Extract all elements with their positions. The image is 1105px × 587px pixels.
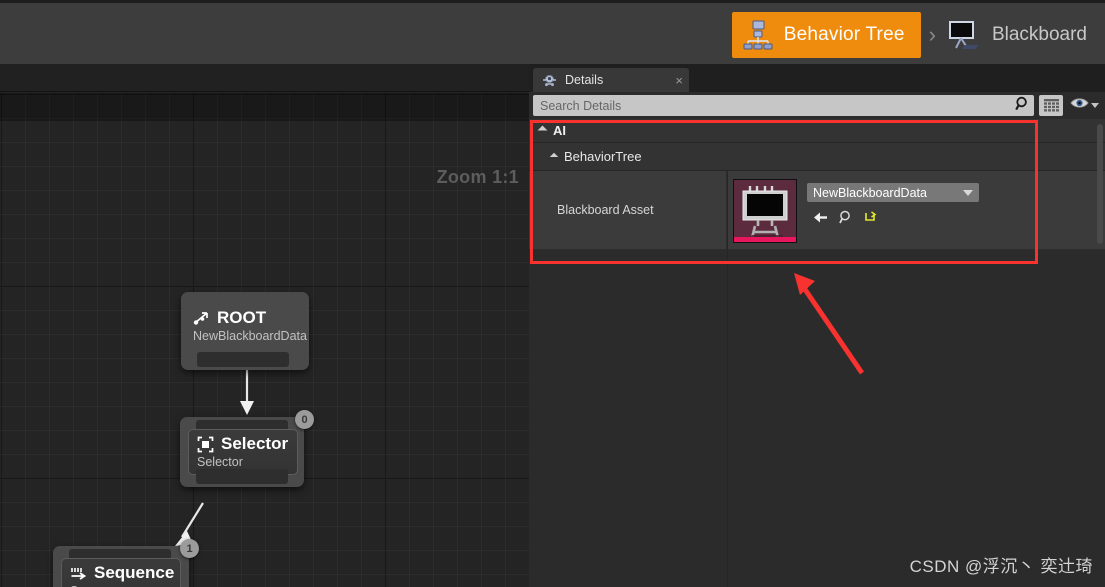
annotation-arrow	[794, 273, 865, 375]
node-title: Selector	[221, 434, 289, 453]
chevron-down-icon[interactable]	[963, 189, 973, 196]
category-row-behaviortree[interactable]: BehaviorTree	[529, 143, 1105, 171]
node-title: Sequence	[94, 563, 175, 582]
tab-details[interactable]: Details ×	[533, 68, 689, 92]
grid-view-icon[interactable]	[1039, 95, 1063, 116]
asset-type-color-bar	[734, 237, 796, 242]
expand-triangle-icon[interactable]	[537, 125, 548, 136]
graph-node-selector[interactable]: Selector Selector 0	[180, 410, 314, 487]
breadcrumb: Behavior Tree › Blackboard	[731, 11, 1097, 59]
breadcrumb-behavior-tree-label: Behavior Tree	[783, 24, 905, 45]
category-row-ai[interactable]: AI	[529, 119, 1105, 143]
node-subtitle: NewBlackboardData	[193, 329, 307, 343]
close-icon[interactable]: ×	[653, 74, 683, 87]
watermark-text: CSDN @浮沉丶 奕辻琦	[909, 557, 1093, 576]
node-body[interactable]: Selector Selector 0	[180, 410, 314, 487]
chevron-down-icon[interactable]	[1091, 103, 1099, 108]
breadcrumb-blackboard-label: Blackboard	[991, 24, 1087, 45]
property-label-cell: Blackboard Asset	[529, 171, 727, 249]
node-title-row: Sequence	[70, 563, 174, 583]
sequence-icon	[70, 565, 87, 582]
details-column-splitter-lower[interactable]	[727, 251, 728, 587]
property-value-cell: NewBlackboardData	[727, 171, 1105, 249]
node-output-pin[interactable]	[197, 352, 289, 367]
zoom-level-label: Zoom 1:1	[436, 167, 519, 187]
top-toolbar: Behavior Tree › Blackboard	[0, 0, 1105, 64]
graph-top-shade	[0, 93, 529, 121]
reset-to-default-icon[interactable]	[864, 210, 877, 229]
browse-to-asset-icon[interactable]	[839, 210, 853, 229]
node-title-row: Selector	[197, 434, 288, 454]
blackboard-asset-combobox[interactable]: NewBlackboardData	[807, 183, 979, 202]
behavior-tree-icon	[742, 19, 774, 51]
node-title-row: ROOT	[193, 308, 287, 328]
node-execution-index-badge: 1	[180, 539, 199, 558]
breadcrumb-separator: ›	[928, 22, 936, 47]
search-placeholder: Search Details	[540, 98, 622, 113]
blackboard-asset-value: NewBlackboardData	[813, 185, 927, 200]
breadcrumb-behavior-tree[interactable]: Behavior Tree	[731, 12, 921, 58]
details-tabstrip: Details ×	[529, 64, 1105, 92]
selector-icon	[197, 436, 214, 453]
behavior-tree-graph-panel[interactable]: Zoom 1:1 ROOT NewBlackboardData Selector…	[0, 64, 529, 587]
details-scrollbar[interactable]	[1097, 124, 1103, 244]
category-label: BehaviorTree	[564, 149, 642, 164]
node-body[interactable]: ROOT NewBlackboardData	[181, 292, 309, 370]
node-inner: Sequence Sequence	[61, 558, 181, 587]
eye-icon[interactable]	[1070, 96, 1089, 115]
category-label: AI	[553, 123, 566, 138]
node-inner: ROOT NewBlackboardData	[189, 304, 307, 348]
node-execution-index-badge: 0	[295, 410, 314, 429]
blackboard-asset-thumbnail[interactable]	[733, 179, 797, 243]
node-subtitle: Selector	[197, 455, 243, 469]
use-selected-asset-icon[interactable]	[813, 211, 828, 229]
root-node-icon	[193, 310, 210, 327]
asset-picker: NewBlackboardData	[807, 179, 979, 229]
node-output-pin[interactable]	[196, 469, 288, 484]
details-column-splitter[interactable]	[727, 171, 728, 251]
search-icon	[1015, 96, 1030, 116]
node-title: ROOT	[217, 308, 267, 327]
visibility-dropdown[interactable]	[1070, 96, 1099, 115]
details-icon	[542, 73, 557, 88]
app-root: Behavior Tree › Blackboard Zoom 1:1 ROOT…	[0, 0, 1105, 587]
breadcrumb-blackboard[interactable]: Blackboard	[946, 20, 1097, 50]
property-row-blackboard-asset: Blackboard Asset NewBlackboardData	[529, 171, 1105, 250]
graph-node-sequence[interactable]: Sequence Sequence 1	[53, 539, 199, 587]
asset-action-icons	[807, 210, 979, 229]
details-search-row: Search Details	[529, 92, 1105, 119]
search-input[interactable]: Search Details	[533, 95, 1034, 116]
tab-details-label: Details	[565, 73, 604, 87]
blackboard-icon	[946, 20, 980, 50]
node-body[interactable]: Sequence Sequence 1	[53, 539, 199, 587]
expand-triangle-icon[interactable]	[549, 152, 559, 161]
graph-toolbar-strip	[0, 64, 529, 92]
property-label: Blackboard Asset	[557, 203, 654, 217]
graph-node-root[interactable]: ROOT NewBlackboardData	[181, 292, 309, 370]
